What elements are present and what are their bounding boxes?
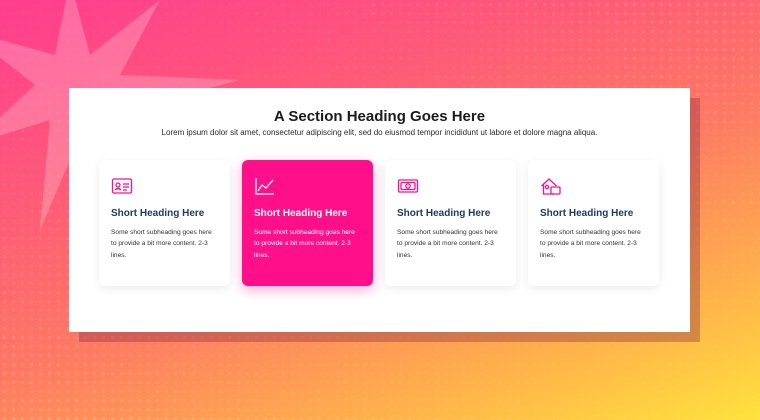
feature-cards: Short Heading Here Some short subheading…	[99, 160, 660, 286]
section-panel: A Section Heading Goes Here Lorem ipsum …	[69, 88, 690, 332]
section-subheading: Lorem ipsum dolor sit amet, consectetur …	[161, 128, 598, 137]
card-text: Some short subheading goes here to provi…	[397, 229, 498, 259]
feature-card-4[interactable]: Short Heading Here Some short subheading…	[528, 160, 659, 286]
card-text: Some short subheading goes here to provi…	[540, 229, 641, 259]
card-title: Short Heading Here	[540, 208, 634, 219]
feature-card-3[interactable]: Short Heading Here Some short subheading…	[385, 160, 516, 286]
card-title: Short Heading Here	[111, 208, 205, 219]
card-text: Some short subheading goes here to provi…	[111, 229, 212, 259]
cash-icon	[397, 179, 419, 193]
feature-card-2[interactable]: Short Heading Here Some short subheading…	[242, 160, 373, 286]
section-heading: A Section Heading Goes Here	[273, 108, 486, 125]
card-text: Some short subheading goes here to provi…	[254, 229, 355, 259]
house-icon	[541, 178, 561, 195]
card-title: Short Heading Here	[254, 208, 348, 219]
id-card-icon	[111, 178, 133, 194]
feature-card-1[interactable]: Short Heading Here Some short subheading…	[99, 160, 230, 286]
line-chart-icon	[255, 178, 274, 195]
card-title: Short Heading Here	[397, 208, 491, 219]
